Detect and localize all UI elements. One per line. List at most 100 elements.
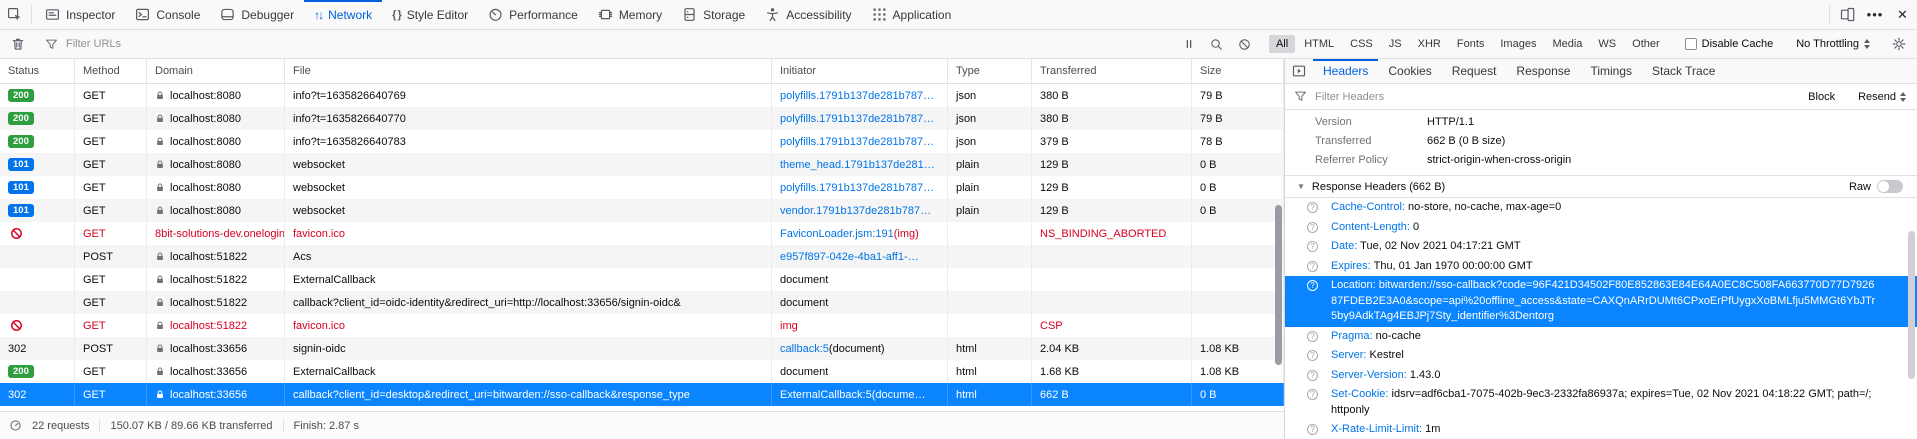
table-row[interactable]: GETlocalhost:51822ExternalCallbackdocume… <box>0 268 1284 291</box>
filter-headers-input[interactable] <box>1313 90 1473 104</box>
initiator-link[interactable]: callback:5 <box>780 343 829 355</box>
response-header-row[interactable]: ?Date: Tue, 02 Nov 2021 04:17:21 GMT <box>1285 237 1917 257</box>
tab-application[interactable]: Application <box>862 0 962 29</box>
column-header-initiator[interactable]: Initiator <box>772 59 948 83</box>
header-help-icon[interactable]: ? <box>1307 370 1318 381</box>
initiator-link[interactable]: vendor.1791b137de281b787… <box>780 205 931 217</box>
header-help-icon[interactable]: ? <box>1307 424 1318 435</box>
detail-tab-stack-trace[interactable]: Stack Trace <box>1642 59 1725 83</box>
initiator-link[interactable]: polyfills.1791b137de281b787… <box>780 90 934 102</box>
detail-tab-timings[interactable]: Timings <box>1580 59 1642 83</box>
pick-element-button[interactable] <box>0 0 28 29</box>
raw-toggle[interactable] <box>1877 180 1903 193</box>
response-header-row[interactable]: ?Content-Length: 0 <box>1285 218 1917 238</box>
detail-tab-cookies[interactable]: Cookies <box>1378 59 1441 83</box>
detail-tab-response[interactable]: Response <box>1506 59 1580 83</box>
table-row[interactable]: GET8bit-solutions-dev.onelogin….favicon.… <box>0 222 1284 245</box>
table-row[interactable]: 200GETlocalhost:8080info?t=1635826640769… <box>0 84 1284 107</box>
tab-debugger[interactable]: Debugger <box>210 0 304 29</box>
tab-inspector[interactable]: Inspector <box>35 0 125 29</box>
response-header-row[interactable]: ?Pragma: no-cache <box>1285 327 1917 347</box>
type-filter-xhr[interactable]: XHR <box>1411 35 1448 53</box>
block-requests-button[interactable] <box>1231 38 1259 51</box>
throttling-select[interactable]: No Throttling <box>1788 38 1878 50</box>
close-devtools-button[interactable]: ✕ <box>1889 0 1917 29</box>
table-row[interactable]: POSTlocalhost:51822Acse957f897-042e-4ba1… <box>0 245 1284 268</box>
table-row[interactable]: GETlocalhost:51822callback?client_id=oid… <box>0 291 1284 314</box>
header-help-icon[interactable]: ? <box>1307 241 1318 252</box>
initiator-link[interactable]: theme_head.1791b137de281… <box>780 159 935 171</box>
tab-storage[interactable]: Storage <box>672 0 755 29</box>
details-pane-scrollbar[interactable] <box>1908 231 1915 379</box>
type-filter-js[interactable]: JS <box>1382 35 1409 53</box>
column-header-status[interactable]: Status <box>0 59 75 83</box>
type-filter-css[interactable]: CSS <box>1343 35 1380 53</box>
initiator-link[interactable]: polyfills.1791b137de281b787… <box>780 113 934 125</box>
clear-requests-button[interactable] <box>4 37 32 51</box>
request-list-scrollbar[interactable] <box>1275 205 1282 365</box>
tab-console[interactable]: Console <box>125 0 210 29</box>
block-url-button[interactable]: Block <box>1806 91 1837 103</box>
initiator-link[interactable]: e957f897-042e-4ba1-aff1-… <box>780 251 919 263</box>
type-filter-images[interactable]: Images <box>1493 35 1543 53</box>
initiator-link[interactable]: polyfills.1791b137de281b787… <box>780 136 934 148</box>
resend-button[interactable]: Resend <box>1856 91 1908 103</box>
table-row[interactable]: 101GETlocalhost:8080websocketpolyfills.1… <box>0 176 1284 199</box>
type-filter-media[interactable]: Media <box>1545 35 1589 53</box>
table-row[interactable]: 302POSTlocalhost:33656signin-oidccallbac… <box>0 337 1284 360</box>
table-row[interactable]: 200GETlocalhost:33656ExternalCallbackdoc… <box>0 360 1284 383</box>
type-filter-fonts[interactable]: Fonts <box>1450 35 1492 53</box>
header-help-icon[interactable]: ? <box>1307 389 1318 400</box>
table-row[interactable]: 101GETlocalhost:8080websocketvendor.1791… <box>0 199 1284 222</box>
table-row[interactable]: 200GETlocalhost:8080info?t=1635826640770… <box>0 107 1284 130</box>
table-row[interactable]: 101GETlocalhost:8080websockettheme_head.… <box>0 153 1284 176</box>
search-button[interactable] <box>1203 38 1231 51</box>
detail-tab-headers[interactable]: Headers <box>1313 59 1378 83</box>
header-help-icon[interactable]: ? <box>1307 331 1318 342</box>
response-header-row[interactable]: ?Location: bitwarden://sso-callback?code… <box>1285 276 1917 327</box>
response-header-row[interactable]: ?Server: Kestrel <box>1285 346 1917 366</box>
column-header-type[interactable]: Type <box>948 59 1032 83</box>
column-header-transferred[interactable]: Transferred <box>1032 59 1192 83</box>
responsive-design-button[interactable] <box>1833 0 1861 29</box>
table-row[interactable]: 200GETlocalhost:8080info?t=1635826640783… <box>0 130 1284 153</box>
tab-memory[interactable]: Memory <box>588 0 672 29</box>
toggle-details-pane-button[interactable] <box>1285 59 1313 83</box>
header-help-icon[interactable]: ? <box>1307 261 1318 272</box>
initiator-link[interactable]: ExternalCallback:5 <box>780 389 872 401</box>
column-header-method[interactable]: Method <box>75 59 147 83</box>
tab-network[interactable]: ↑↓Network <box>304 0 382 29</box>
response-header-row[interactable]: ?Cache-Control: no-store, no-cache, max-… <box>1285 198 1917 218</box>
response-header-row[interactable]: ?Expires: Thu, 01 Jan 1970 00:00:00 GMT <box>1285 257 1917 277</box>
column-header-file[interactable]: File <box>285 59 772 83</box>
response-header-row[interactable]: ?Server-Version: 1.43.0 <box>1285 366 1917 386</box>
type-filter-all[interactable]: All <box>1269 35 1295 53</box>
tab-performance[interactable]: Performance <box>478 0 588 29</box>
devtools-menu-button[interactable]: ••• <box>1861 0 1889 29</box>
pause-traffic-button[interactable] <box>1175 38 1203 50</box>
header-help-icon[interactable]: ? <box>1307 350 1318 361</box>
network-settings-button[interactable] <box>1885 37 1913 51</box>
initiator-link[interactable]: polyfills.1791b137de281b787… <box>780 182 934 194</box>
response-header-row[interactable]: ?X-Rate-Limit-Limit: 1m <box>1285 420 1917 439</box>
initiator-link[interactable]: FaviconLoader.jsm:191 <box>780 228 894 240</box>
header-help-icon[interactable]: ? <box>1307 222 1318 233</box>
column-header-domain[interactable]: Domain <box>147 59 285 83</box>
detail-tab-request[interactable]: Request <box>1442 59 1507 83</box>
response-header-row[interactable]: ?Set-Cookie: idsrv=adf6cba1-7075-402b-9e… <box>1285 385 1917 420</box>
disable-cache-checkbox[interactable] <box>1685 38 1697 50</box>
response-headers-section[interactable]: ▼ Response Headers (662 B) Raw <box>1285 175 1917 198</box>
type-filter-other[interactable]: Other <box>1625 35 1667 53</box>
header-help-icon[interactable]: ? <box>1307 280 1318 291</box>
filter-urls-input[interactable] <box>64 37 1175 51</box>
tab-style-editor[interactable]: { }Style Editor <box>382 0 478 29</box>
table-row[interactable]: 302GETlocalhost:33656callback?client_id=… <box>0 383 1284 406</box>
collapse-section-icon[interactable]: ▼ <box>1297 182 1305 191</box>
type-filter-html[interactable]: HTML <box>1297 35 1341 53</box>
column-header-size[interactable]: Size <box>1192 59 1284 83</box>
performance-analysis-icon[interactable] <box>9 419 22 432</box>
tab-accessibility[interactable]: Accessibility <box>755 0 861 29</box>
table-row[interactable]: GETlocalhost:51822favicon.icoimgCSP <box>0 314 1284 337</box>
type-filter-ws[interactable]: WS <box>1591 35 1623 53</box>
header-help-icon[interactable]: ? <box>1307 202 1318 213</box>
